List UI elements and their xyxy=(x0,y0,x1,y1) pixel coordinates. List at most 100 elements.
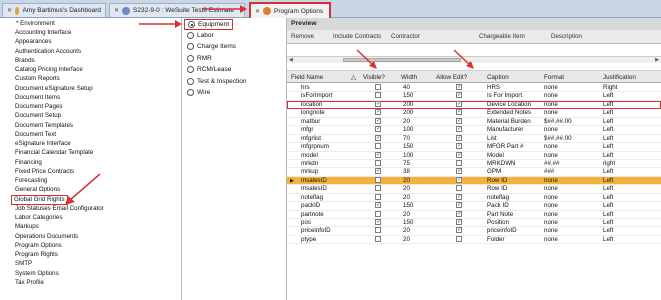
visible-checkbox[interactable] xyxy=(375,151,381,159)
tree-item-document-text[interactable]: Document Text xyxy=(15,131,56,139)
cell-justification[interactable]: Left xyxy=(603,168,613,176)
cell-width[interactable]: 200 xyxy=(403,101,413,109)
table-row[interactable]: hrs 40 HRS none Right xyxy=(287,83,661,93)
radio-labor[interactable]: Labor xyxy=(187,31,214,39)
table-row[interactable]: mrkup 38 GPM ### Left xyxy=(287,167,661,177)
allow-edit-checkbox[interactable] xyxy=(456,235,462,242)
cell-justification[interactable]: Left xyxy=(603,236,613,244)
tree-item-operations-documents[interactable]: Operations Documents xyxy=(15,233,78,241)
close-icon[interactable]: ✕ xyxy=(255,8,260,15)
cell-width[interactable]: 100 xyxy=(403,152,413,160)
tree-item-authentication-accounts[interactable]: Authentication Accounts xyxy=(15,48,81,56)
preview-col-description[interactable]: Description xyxy=(551,33,582,40)
tree-item-document-esignature-setup[interactable]: Document eSignature Setup xyxy=(15,85,93,93)
tree-item-labor-categories[interactable]: Labor Categories xyxy=(15,214,62,222)
cell-justification[interactable]: Left xyxy=(603,185,613,193)
radio-test-inspection[interactable]: Test & Inspection xyxy=(187,77,247,85)
cell-justification[interactable]: Left xyxy=(603,143,613,151)
cell-caption[interactable]: GPM xyxy=(487,168,501,176)
cell-justification[interactable]: Left xyxy=(603,101,613,109)
radio-rmr[interactable]: RMR xyxy=(187,54,212,62)
tree-item-esignature-interface[interactable]: eSignature Interface xyxy=(15,140,71,148)
cell-field-name[interactable]: matbur xyxy=(301,118,320,126)
tree-item-markups[interactable]: Markups xyxy=(15,223,39,231)
cell-caption[interactable]: Extended Notes xyxy=(487,109,531,117)
tree-item-document-setup[interactable]: Document Setup xyxy=(15,112,61,120)
sort-icon[interactable]: △ xyxy=(351,74,356,81)
col-width[interactable]: Width xyxy=(401,74,417,81)
visible-checkbox[interactable] xyxy=(375,117,381,125)
cell-width[interactable]: 150 xyxy=(403,202,413,210)
table-row[interactable]: pos 150 Position none Left xyxy=(287,218,661,228)
col-allow-edit[interactable]: Allow Edit? xyxy=(436,74,467,81)
col-field-name[interactable]: Field Name xyxy=(291,74,323,81)
tree-item-custom-reports[interactable]: Custom Reports xyxy=(15,75,60,83)
cell-justification[interactable]: Left xyxy=(603,177,613,185)
cell-format[interactable]: none xyxy=(544,227,558,235)
cell-format[interactable]: ### xyxy=(544,168,554,176)
cell-caption[interactable]: List xyxy=(487,135,497,143)
cell-caption[interactable]: Material Burden xyxy=(487,118,531,126)
allow-edit-checkbox[interactable] xyxy=(456,210,462,218)
cell-format[interactable]: none xyxy=(544,177,558,185)
preview-col-remove[interactable]: Remove xyxy=(291,33,314,40)
tree-item-program-rights[interactable]: Program Rights xyxy=(15,251,58,259)
cell-width[interactable]: 100 xyxy=(403,126,413,134)
cell-format[interactable]: none xyxy=(544,152,558,160)
cell-caption[interactable]: HRS xyxy=(487,84,500,92)
allow-edit-checkbox[interactable] xyxy=(456,117,462,125)
col-visible[interactable]: Visible? xyxy=(363,74,385,81)
allow-edit-checkbox[interactable] xyxy=(456,142,462,151)
cell-width[interactable]: 200 xyxy=(403,109,413,117)
tree-item-document-items[interactable]: Document Items xyxy=(15,94,60,102)
cell-format[interactable]: none xyxy=(544,109,558,117)
visible-checkbox[interactable] xyxy=(375,100,381,108)
tab-dashboard[interactable]: ✕ Amy Bartimus's Dashboard xyxy=(2,3,106,17)
cell-field-name[interactable]: mrkdn xyxy=(301,160,318,168)
cell-field-name[interactable]: pos xyxy=(301,219,311,227)
cell-width[interactable]: 20 xyxy=(403,236,410,244)
radio-button-icon[interactable] xyxy=(187,31,194,39)
cell-justification[interactable]: Left xyxy=(603,118,613,126)
visible-checkbox[interactable] xyxy=(375,193,381,200)
cell-caption[interactable]: noteflag xyxy=(487,194,509,202)
cell-format[interactable]: $##,##.00 xyxy=(544,135,572,143)
allow-edit-checkbox[interactable] xyxy=(456,83,462,91)
preview-col-include-contracts[interactable]: Include Contracts xyxy=(333,33,385,40)
cell-field-name[interactable]: partnote xyxy=(301,211,324,219)
cell-caption[interactable]: Part Note xyxy=(487,211,513,219)
cell-width[interactable]: 150 xyxy=(403,92,413,100)
visible-checkbox[interactable] xyxy=(375,176,381,183)
visible-checkbox[interactable] xyxy=(375,235,381,242)
cell-field-name[interactable]: priceinfoID xyxy=(301,227,331,235)
tree-item-system-options[interactable]: System Options xyxy=(15,270,59,278)
cell-format[interactable]: none xyxy=(544,219,558,227)
visible-checkbox[interactable] xyxy=(375,159,381,166)
tab-program-options[interactable]: ✕ Program Options xyxy=(249,2,331,18)
cell-justification[interactable]: Left xyxy=(603,126,613,134)
radio-button-icon[interactable] xyxy=(187,77,194,85)
table-row[interactable]: partnote 20 Part Note none Left xyxy=(287,210,661,219)
cell-field-name[interactable]: noteflag xyxy=(301,194,323,202)
cell-format[interactable]: none xyxy=(544,194,558,202)
cell-justification[interactable]: Left xyxy=(603,109,613,117)
cell-justification[interactable]: right xyxy=(603,160,615,168)
cell-width[interactable]: 20 xyxy=(403,211,410,219)
col-justification[interactable]: Justification xyxy=(603,74,636,81)
allow-edit-checkbox[interactable] xyxy=(456,125,462,134)
table-row[interactable]: priceinfoID 20 priceinfoID none Left xyxy=(287,226,661,236)
cell-format[interactable]: none xyxy=(544,202,558,210)
allow-edit-checkbox[interactable] xyxy=(456,91,462,100)
table-row[interactable]: ptype 20 Folder none Left xyxy=(287,235,661,245)
preview-col-contractor[interactable]: Contractor xyxy=(391,33,420,40)
cell-caption[interactable]: Device Location xyxy=(487,101,531,109)
radio-button-icon[interactable] xyxy=(187,43,194,50)
close-icon[interactable]: ✕ xyxy=(7,7,12,14)
tree-item-financial-calendar-template[interactable]: Financial Calendar Template xyxy=(15,149,93,157)
tree-item-tax-profile[interactable]: Tax Profile xyxy=(15,279,44,287)
cell-field-name[interactable]: mfgrlist xyxy=(301,135,321,143)
table-row[interactable]: longnote 200 Extended Notes none Left xyxy=(287,108,661,118)
visible-checkbox[interactable] xyxy=(375,84,381,90)
cell-field-name[interactable]: mfgr xyxy=(301,126,313,134)
tree-item-smtp[interactable]: SMTP xyxy=(15,260,32,268)
